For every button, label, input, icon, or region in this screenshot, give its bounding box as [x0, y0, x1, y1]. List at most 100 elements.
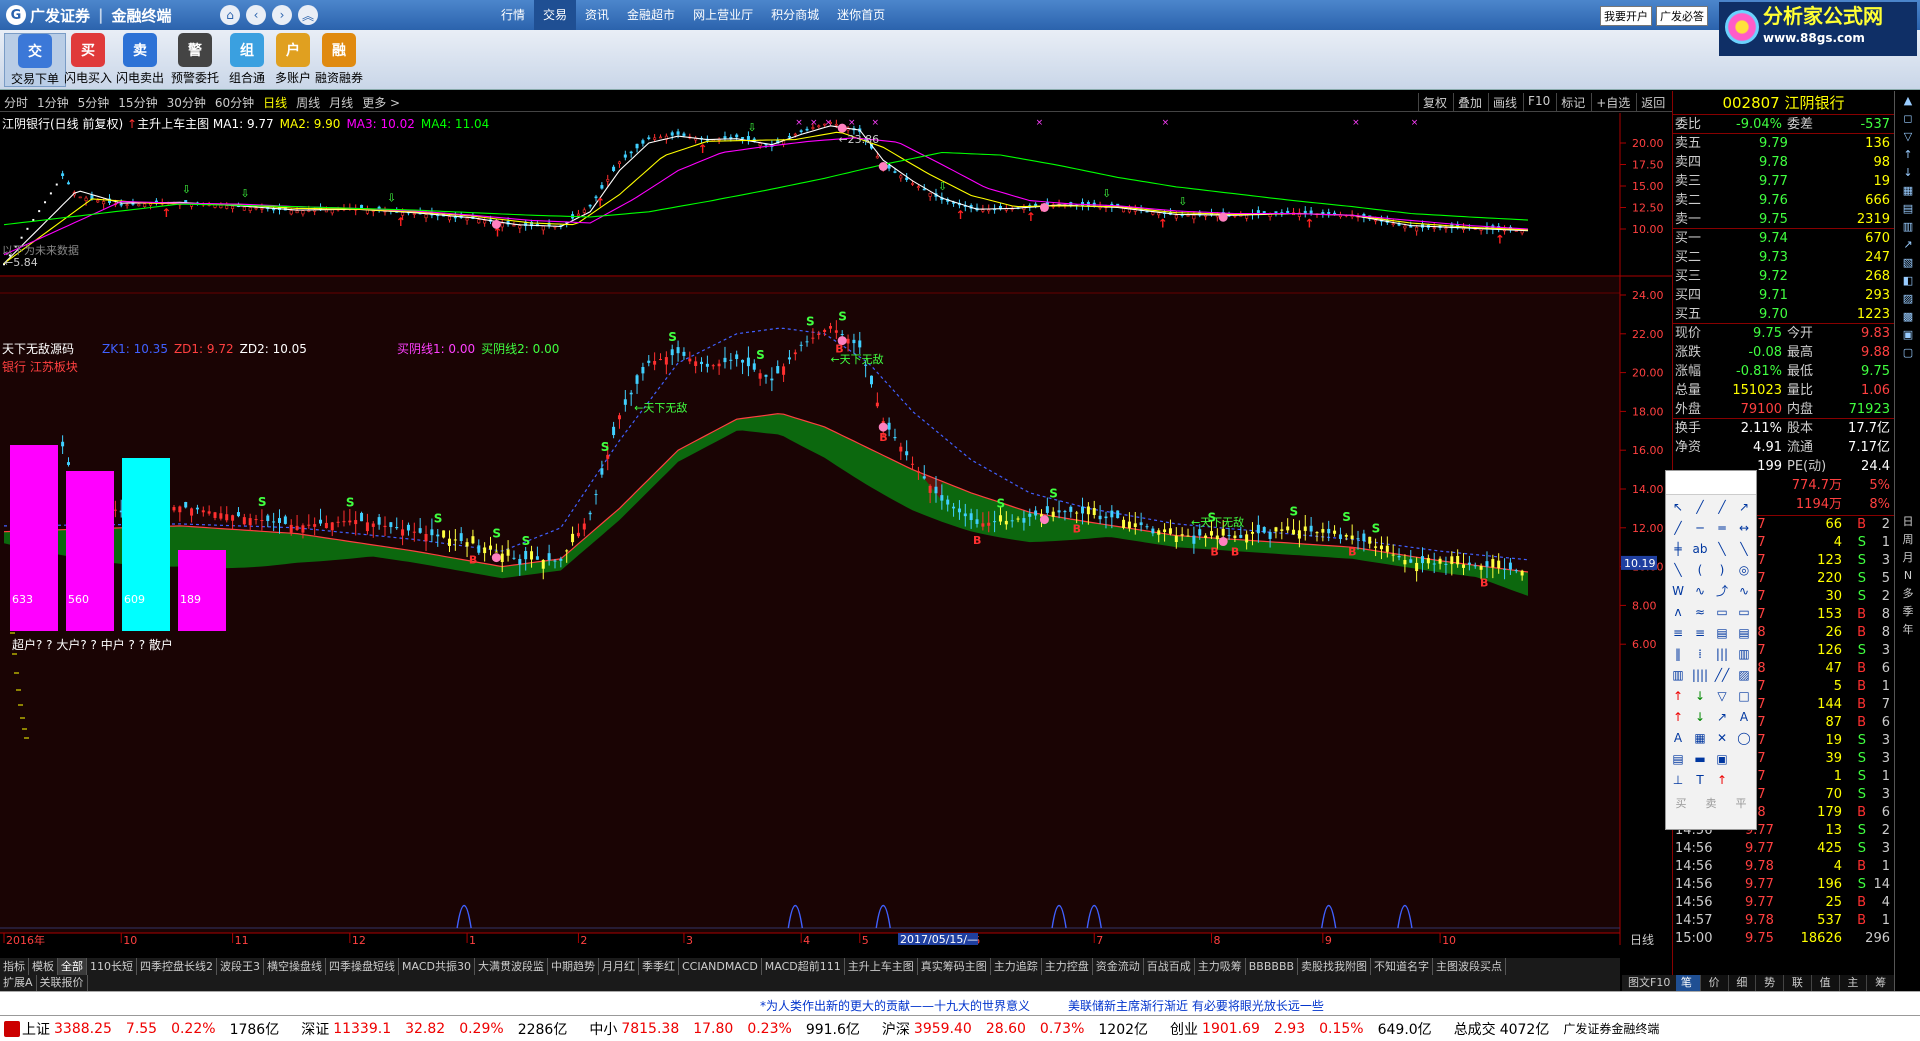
- top-button-广发必答[interactable]: 广发必答: [1656, 6, 1708, 26]
- sell-level-row[interactable]: 卖五 9.79 136: [1673, 134, 1894, 153]
- drawing-tool-icon[interactable]: ∿: [1733, 581, 1755, 602]
- drawing-tool-icon[interactable]: ◯: [1733, 728, 1755, 749]
- drawing-tool-icon[interactable]: ▥: [1733, 644, 1755, 665]
- side-period-年[interactable]: 年: [1898, 621, 1918, 638]
- drawing-tool-icon[interactable]: ▦: [1689, 728, 1711, 749]
- menu-交易[interactable]: 交易: [534, 0, 577, 30]
- toolbar-button-闪电卖出[interactable]: 卖闪电卖出: [109, 33, 171, 87]
- period-30分钟[interactable]: 30分钟: [167, 94, 206, 111]
- period-更多 >[interactable]: 更多 >: [362, 94, 400, 111]
- drawing-tool-icon[interactable]: ↖: [1667, 497, 1689, 518]
- side-tool-icon[interactable]: ▤: [1898, 200, 1918, 217]
- quote-tab-值[interactable]: 值: [1812, 975, 1840, 991]
- drawing-tool-icon[interactable]: ▽: [1711, 686, 1733, 707]
- drawing-tool-icon[interactable]: ✕: [1711, 728, 1733, 749]
- indicator-tab-MACD超前111[interactable]: MACD超前111: [762, 958, 845, 975]
- chart-button-F10[interactable]: F10: [1523, 93, 1554, 112]
- indicator-tab-四季控盘长线2[interactable]: 四季控盘长线2: [137, 958, 217, 975]
- period-15分钟[interactable]: 15分钟: [118, 94, 157, 111]
- side-tool-icon[interactable]: ▨: [1898, 290, 1918, 307]
- drawing-tool-icon[interactable]: ╱: [1689, 497, 1711, 518]
- drawing-tool-icon[interactable]: ≡: [1667, 623, 1689, 644]
- indicator-tab-季季红[interactable]: 季季红: [639, 958, 679, 975]
- index-name[interactable]: 中小: [589, 1019, 617, 1039]
- drawing-tool-icon[interactable]: [1733, 749, 1755, 770]
- drawing-tool-icon[interactable]: A: [1667, 728, 1689, 749]
- top-button-我要开户[interactable]: 我要开户: [1600, 6, 1652, 26]
- indicator-tab-波段王3[interactable]: 波段王3: [217, 958, 264, 975]
- indicator-tab-不知道名字[interactable]: 不知道名字: [1371, 958, 1434, 975]
- side-period-日[interactable]: 日: [1898, 513, 1918, 530]
- buy-level-row[interactable]: 买二 9.73 247: [1673, 248, 1894, 267]
- period-周线[interactable]: 周线: [296, 94, 320, 111]
- drawing-tool-icon[interactable]: (: [1689, 560, 1711, 581]
- indicator-tab-全部[interactable]: 全部: [58, 958, 87, 975]
- indicator-tab-主升上车主图[interactable]: 主升上车主图: [845, 958, 918, 975]
- indicator-tab-百战百成[interactable]: 百战百成: [1144, 958, 1195, 975]
- drawing-tool-icon[interactable]: ↗: [1733, 497, 1755, 518]
- chart-button-标记[interactable]: 标记: [1556, 93, 1589, 112]
- side-period-多[interactable]: 多: [1898, 585, 1918, 602]
- indicator-tab-大满贯波段监[interactable]: 大满贯波段监: [475, 958, 548, 975]
- indicator-tab-模板[interactable]: 模板: [29, 958, 58, 975]
- sell-level-row[interactable]: 卖三 9.77 19: [1673, 172, 1894, 191]
- period-月线[interactable]: 月线: [329, 94, 353, 111]
- indicator-tab-横空操盘线[interactable]: 横空操盘线: [264, 958, 326, 975]
- chart-button-画线[interactable]: 画线: [1488, 93, 1521, 112]
- drawing-tool-icon[interactable]: ╲: [1667, 560, 1689, 581]
- indicator-tab-资金流动[interactable]: 资金流动: [1093, 958, 1144, 975]
- indicator-tab-110长短[interactable]: 110长短: [87, 958, 137, 975]
- indicator-tab-主力吸筹[interactable]: 主力吸筹: [1195, 958, 1246, 975]
- buy-level-row[interactable]: 买一 9.74 670: [1673, 229, 1894, 248]
- sell-level-row[interactable]: 卖二 9.76 666: [1673, 191, 1894, 210]
- side-tool-icon[interactable]: ↑: [1898, 146, 1918, 163]
- menu-迷你首页[interactable]: 迷你首页: [828, 0, 894, 30]
- index-name[interactable]: 沪深: [882, 1019, 910, 1039]
- period-1分钟[interactable]: 1分钟: [37, 94, 69, 111]
- drawing-tool-icon[interactable]: ʌ: [1667, 602, 1689, 623]
- drawing-tool-icon[interactable]: ╲: [1711, 539, 1733, 560]
- side-period-月[interactable]: 月: [1898, 549, 1918, 566]
- extension-tab-扩展A[interactable]: 扩展A: [0, 975, 37, 991]
- indicator-tab-中期趋势[interactable]: 中期趋势: [548, 958, 599, 975]
- drawing-tool-icon[interactable]: ⁞: [1689, 644, 1711, 665]
- drawing-tool-icon[interactable]: ↑: [1711, 770, 1733, 791]
- side-tool-icon[interactable]: ▥: [1898, 218, 1918, 235]
- side-tool-icon[interactable]: ▽: [1898, 128, 1918, 145]
- drawing-tool-icon[interactable]: ▬: [1689, 749, 1711, 770]
- sell-level-row[interactable]: 卖四 9.78 98: [1673, 153, 1894, 172]
- menu-金融超市[interactable]: 金融超市: [618, 0, 684, 30]
- drawing-tool-icon[interactable]: ▥: [1667, 665, 1689, 686]
- side-tool-icon[interactable]: ▩: [1898, 308, 1918, 325]
- indicator-tab-主力控盘[interactable]: 主力控盘: [1042, 958, 1093, 975]
- menu-网上营业厅[interactable]: 网上营业厅: [684, 0, 762, 30]
- drawing-tool-icon[interactable]: ↓: [1689, 707, 1711, 728]
- drawing-tool-icon[interactable]: ╱: [1711, 497, 1733, 518]
- collapse-icon[interactable]: ︽: [298, 5, 318, 25]
- drawing-tool-icon[interactable]: ◎: [1733, 560, 1755, 581]
- side-period-N[interactable]: N: [1898, 567, 1918, 584]
- drawing-tool-icon[interactable]: T: [1689, 770, 1711, 791]
- side-tool-icon[interactable]: ▣: [1898, 326, 1918, 343]
- kline-chart[interactable]: 20.00 17.50 15.00 12.50 10.00 24.00 22.00 20.00…: [0, 113, 1672, 945]
- drawing-tool-icon[interactable]: ▭: [1711, 602, 1733, 623]
- period-日线[interactable]: 日线: [263, 94, 287, 111]
- quote-tab-主[interactable]: 主: [1840, 975, 1868, 991]
- drawing-tool-icon[interactable]: ab: [1689, 539, 1711, 560]
- index-name[interactable]: 深证: [301, 1019, 329, 1039]
- indicator-tab-月月红[interactable]: 月月红: [599, 958, 639, 975]
- extension-tab-关联报价[interactable]: 关联报价: [37, 975, 88, 991]
- drawing-tool-icon[interactable]: ▤: [1711, 623, 1733, 644]
- menu-行情[interactable]: 行情: [492, 0, 534, 30]
- drawing-tool-icon[interactable]: ↓: [1689, 686, 1711, 707]
- indicator-tab-指标[interactable]: 指标: [0, 958, 29, 975]
- indicator-tab-MACD共振30[interactable]: MACD共振30: [399, 958, 475, 975]
- chart-button-叠加[interactable]: 叠加: [1453, 93, 1486, 112]
- side-tool-icon[interactable]: ▦: [1898, 182, 1918, 199]
- drawing-tool-icon[interactable]: ||||: [1689, 665, 1711, 686]
- menu-资讯[interactable]: 资讯: [576, 0, 618, 30]
- indicator-tab-卖股找我附图[interactable]: 卖股找我附图: [1298, 958, 1372, 975]
- indicator-tab-四季操盘短线[interactable]: 四季操盘短线: [326, 958, 399, 975]
- home-icon[interactable]: ⌂: [220, 5, 240, 25]
- drawing-tool-icon[interactable]: ╱╱: [1711, 665, 1733, 686]
